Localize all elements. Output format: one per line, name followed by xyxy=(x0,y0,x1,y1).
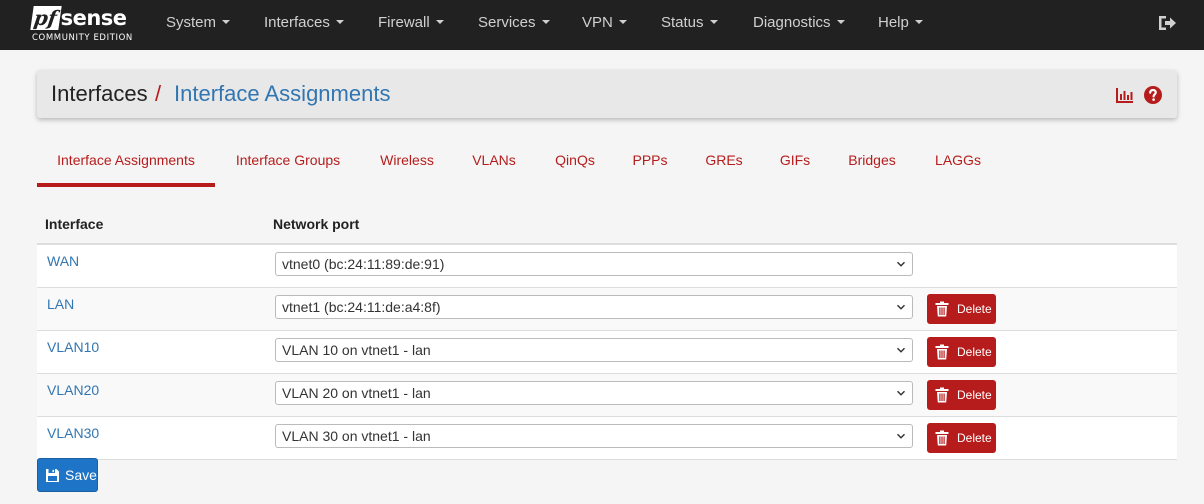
tab-vlans[interactable]: VLANs xyxy=(465,140,523,187)
nav-interfaces[interactable]: Interfaces xyxy=(264,0,344,50)
select-value: vtnet0 (bc:24:11:89:de:91) xyxy=(282,256,445,272)
nav-label: Help xyxy=(878,14,909,31)
tab-gifs[interactable]: GIFs xyxy=(775,140,815,187)
select-value: vtnet1 (bc:24:11:de:a4:8f) xyxy=(282,299,441,315)
nav-label: System xyxy=(166,14,217,31)
caret-down-icon xyxy=(435,20,444,25)
table-row: VLAN30 VLAN 30 on vtnet1 - lan Delete xyxy=(37,417,1177,460)
nav-firewall[interactable]: Firewall xyxy=(378,0,444,50)
delete-label: Delete xyxy=(957,431,992,445)
network-port-select-vlan20[interactable]: VLAN 20 on vtnet1 - lan xyxy=(275,381,913,405)
trash-icon xyxy=(935,344,949,360)
chevron-down-icon xyxy=(896,390,906,396)
caret-down-icon xyxy=(914,20,923,25)
interface-link-vlan10[interactable]: VLAN10 xyxy=(47,339,99,355)
logo-wordmark: pf sense xyxy=(30,6,127,32)
network-port-select-vlan30[interactable]: VLAN 30 on vtnet1 - lan xyxy=(275,424,913,448)
caret-down-icon xyxy=(541,20,550,25)
logo-edition: COMMUNITY EDITION xyxy=(32,33,133,43)
tab-gres[interactable]: GREs xyxy=(701,140,747,187)
logo-pf: pf xyxy=(30,6,62,30)
nav-label: Interfaces xyxy=(264,14,330,31)
delete-button-lan[interactable]: Delete xyxy=(927,294,996,324)
select-value: VLAN 10 on vtnet1 - lan xyxy=(282,342,431,358)
trash-icon xyxy=(935,387,949,403)
network-port-select-wan[interactable]: vtnet0 (bc:24:11:89:de:91) xyxy=(275,252,913,276)
network-port-select-lan[interactable]: vtnet1 (bc:24:11:de:a4:8f) xyxy=(275,295,913,319)
bar-chart-icon[interactable] xyxy=(1115,85,1135,105)
nav-system[interactable]: System xyxy=(166,0,231,50)
tab-qinqs[interactable]: QinQs xyxy=(547,140,603,187)
tab-wireless[interactable]: Wireless xyxy=(370,140,444,187)
sign-out-icon[interactable] xyxy=(1157,14,1177,32)
logo-sense: sense xyxy=(60,6,127,30)
chevron-down-icon xyxy=(896,433,906,439)
delete-button-vlan20[interactable]: Delete xyxy=(927,380,996,410)
caret-down-icon xyxy=(618,20,627,25)
caret-down-icon xyxy=(335,20,344,25)
interface-link-lan[interactable]: LAN xyxy=(47,296,74,312)
delete-button-vlan10[interactable]: Delete xyxy=(927,337,996,367)
interface-link-vlan30[interactable]: VLAN30 xyxy=(47,425,99,441)
column-header-network-port: Network port xyxy=(273,216,360,232)
nav-status[interactable]: Status xyxy=(661,0,718,50)
nav-help[interactable]: Help xyxy=(878,0,923,50)
pfsense-logo[interactable]: pf sense COMMUNITY EDITION xyxy=(30,6,138,46)
column-header-interface: Interface xyxy=(45,216,104,232)
page-header: Interfaces / Interface Assignments xyxy=(37,70,1177,118)
nav-label: Firewall xyxy=(378,14,430,31)
delete-button-vlan30[interactable]: Delete xyxy=(927,423,996,453)
tab-interface-groups[interactable]: Interface Groups xyxy=(229,140,347,187)
table-row: WAN vtnet0 (bc:24:11:89:de:91) xyxy=(37,245,1177,288)
select-value: VLAN 20 on vtnet1 - lan xyxy=(282,385,431,401)
tab-ppps[interactable]: PPPs xyxy=(627,140,673,187)
table-row: VLAN20 VLAN 20 on vtnet1 - lan Delete xyxy=(37,374,1177,417)
caret-down-icon xyxy=(836,20,845,25)
nav-label: Status xyxy=(661,14,704,31)
table-row: VLAN10 VLAN 10 on vtnet1 - lan Delete xyxy=(37,331,1177,374)
interface-link-wan[interactable]: WAN xyxy=(47,253,79,269)
nav-label: VPN xyxy=(582,14,613,31)
page-title[interactable]: Interface Assignments xyxy=(174,81,390,107)
help-circle-icon[interactable] xyxy=(1143,85,1163,105)
tab-interface-assignments[interactable]: Interface Assignments xyxy=(37,140,215,187)
delete-label: Delete xyxy=(957,388,992,402)
chevron-down-icon xyxy=(896,347,906,353)
select-value: VLAN 30 on vtnet1 - lan xyxy=(282,428,431,444)
tab-bridges[interactable]: Bridges xyxy=(843,140,901,187)
trash-icon xyxy=(935,301,949,317)
tab-laggs[interactable]: LAGGs xyxy=(931,140,985,187)
chevron-down-icon xyxy=(896,261,906,267)
save-button[interactable]: Save xyxy=(37,458,98,492)
breadcrumb-root[interactable]: Interfaces xyxy=(51,81,148,107)
network-port-select-vlan10[interactable]: VLAN 10 on vtnet1 - lan xyxy=(275,338,913,362)
nav-label: Diagnostics xyxy=(753,14,831,31)
tab-bar: Interface Assignments Interface Groups W… xyxy=(37,140,1177,187)
interface-link-vlan20[interactable]: VLAN20 xyxy=(47,382,99,398)
chevron-down-icon xyxy=(896,304,906,310)
floppy-disk-icon xyxy=(46,469,59,482)
delete-label: Delete xyxy=(957,345,992,359)
nav-services[interactable]: Services xyxy=(478,0,550,50)
breadcrumb-separator: / xyxy=(155,81,162,106)
delete-label: Delete xyxy=(957,302,992,316)
table-row: LAN vtnet1 (bc:24:11:de:a4:8f) Delete xyxy=(37,288,1177,331)
nav-vpn[interactable]: VPN xyxy=(582,0,627,50)
nav-diagnostics[interactable]: Diagnostics xyxy=(753,0,845,50)
top-navbar: pf sense COMMUNITY EDITION System Interfa… xyxy=(0,0,1204,50)
caret-down-icon xyxy=(222,20,231,25)
nav-label: Services xyxy=(478,14,536,31)
save-label: Save xyxy=(65,467,97,483)
caret-down-icon xyxy=(709,20,718,25)
trash-icon xyxy=(935,430,949,446)
